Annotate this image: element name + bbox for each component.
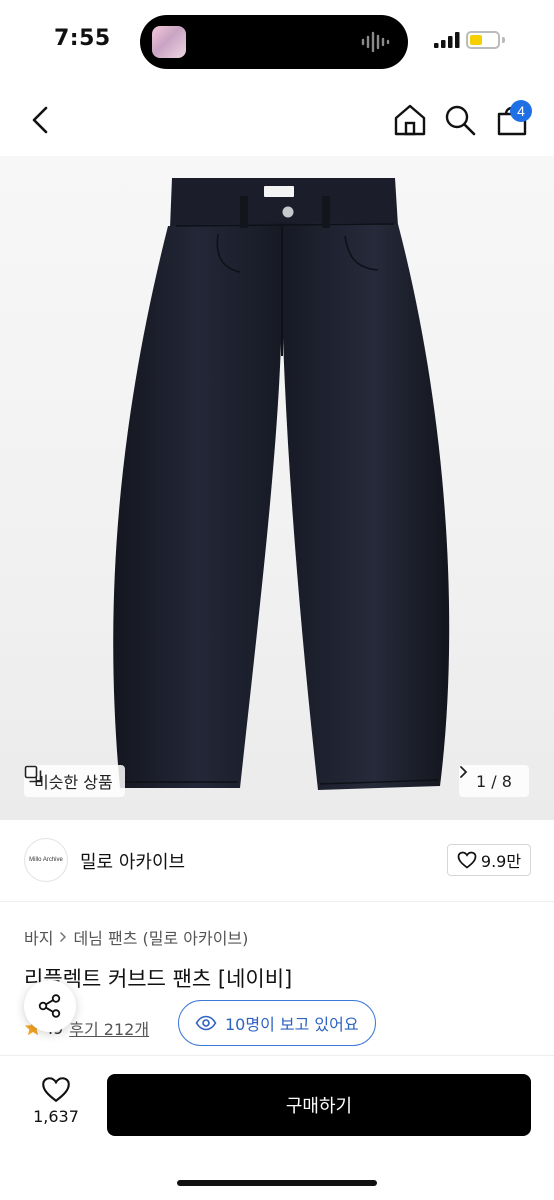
- shop-name[interactable]: 밀로 아카이브: [80, 848, 185, 874]
- copy-icon: [24, 765, 42, 783]
- page-indicator-text: 1 / 8: [476, 771, 512, 791]
- similar-products-button[interactable]: 비슷한 상품: [24, 765, 125, 797]
- viewers-badge: 10명이 보고 있어요: [178, 1000, 376, 1046]
- breadcrumb-category[interactable]: 바지: [24, 925, 53, 949]
- dynamic-island[interactable]: [140, 15, 408, 69]
- search-icon[interactable]: [442, 102, 478, 138]
- image-page-indicator[interactable]: 1 / 8: [459, 765, 529, 797]
- share-icon: [38, 994, 61, 1018]
- wishlist-button[interactable]: 1,637: [24, 1076, 88, 1140]
- top-nav: [0, 84, 554, 156]
- shop-logo[interactable]: Millo Archive: [24, 838, 68, 882]
- chevron-right-icon: [460, 766, 468, 778]
- eye-icon: [195, 1015, 217, 1031]
- breadcrumb-subcategory[interactable]: 데님 팬츠 (밀로 아카이브): [73, 925, 248, 949]
- viewers-text: 10명이 보고 있어요: [225, 1015, 359, 1034]
- share-button[interactable]: [24, 980, 76, 1032]
- shop-like-count: 9.9만: [480, 852, 522, 871]
- battery-cap: [502, 37, 505, 43]
- cart-count-badge: 4: [510, 100, 532, 122]
- shop-row[interactable]: Millo Archive 밀로 아카이브 9.9만: [0, 820, 554, 902]
- home-indicator[interactable]: [177, 1180, 377, 1186]
- status-bar: 7:55: [0, 0, 554, 84]
- back-icon[interactable]: [24, 102, 60, 138]
- breadcrumb: 바지 데님 팬츠 (밀로 아카이브): [24, 925, 248, 949]
- buy-button[interactable]: 구매하기: [107, 1074, 531, 1136]
- product-image-carousel[interactable]: 비슷한 상품 1 / 8: [0, 156, 554, 820]
- status-time: 7:55: [54, 26, 111, 51]
- now-playing-artwork: [152, 26, 186, 58]
- audio-wave-icon: [361, 31, 390, 53]
- similar-products-label: 비슷한 상품: [34, 773, 113, 792]
- shop-like-button[interactable]: 9.9만: [447, 844, 531, 876]
- home-icon[interactable]: [392, 102, 428, 138]
- heart-icon: [42, 1077, 70, 1103]
- chevron-right-icon: [60, 931, 67, 943]
- bottom-action-bar: 1,637 구매하기: [0, 1055, 554, 1200]
- reviews-link[interactable]: 후기 212개: [69, 1016, 149, 1040]
- heart-icon: [457, 851, 477, 869]
- wishlist-count: 1,637: [33, 1107, 79, 1126]
- cellular-signal-icon: [434, 32, 460, 48]
- product-image: [113, 178, 450, 790]
- battery-icon: [466, 31, 500, 49]
